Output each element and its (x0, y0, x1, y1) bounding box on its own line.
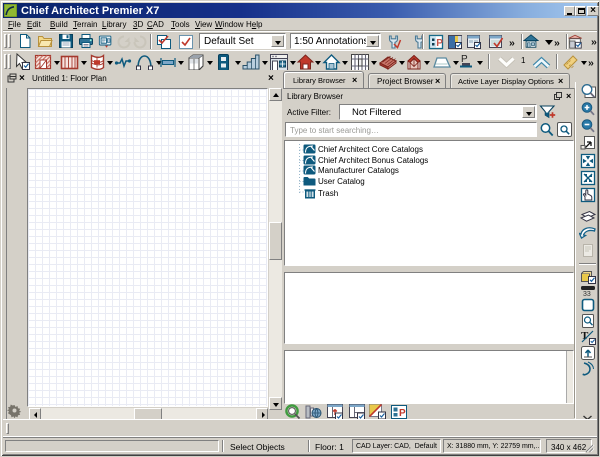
svg-text:P: P (436, 38, 443, 49)
svg-text:P: P (399, 408, 406, 419)
